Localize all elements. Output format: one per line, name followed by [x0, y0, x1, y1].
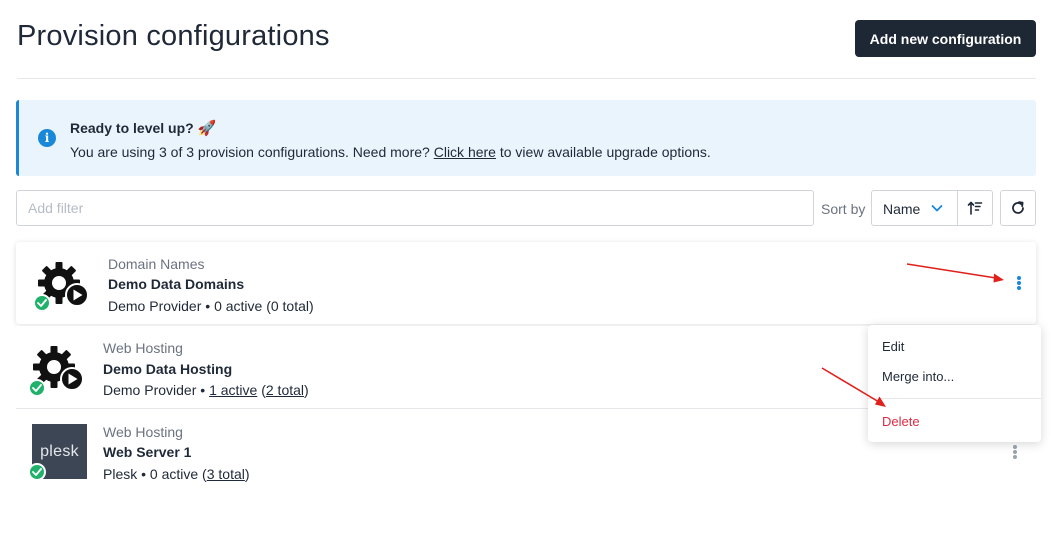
active-count: 0 active — [214, 298, 263, 314]
page-title: Provision configurations — [17, 20, 330, 52]
provider-name: Demo Provider — [103, 382, 197, 398]
row-actions-kebab-icon[interactable] — [1007, 442, 1023, 462]
row-context-menu: Edit Merge into... Delete — [868, 325, 1041, 442]
row-actions-kebab-icon[interactable] — [1011, 273, 1027, 293]
add-configuration-button[interactable]: Add new configuration — [855, 20, 1036, 57]
refresh-icon — [1012, 201, 1024, 214]
configuration-meta: Demo Provider • 0 active (0 total) — [108, 298, 314, 314]
upgrade-link[interactable]: Click here — [434, 144, 496, 160]
configuration-row[interactable]: Domain Names Demo Data Domains Demo Prov… — [16, 242, 1036, 324]
sort-select-value: Name — [883, 201, 921, 217]
sort-label: Sort by — [821, 201, 866, 217]
rocket-icon: 🚀 — [197, 120, 217, 137]
provider-name: Demo Provider — [108, 298, 202, 314]
total-count-link[interactable]: 3 total — [207, 466, 245, 482]
meta-separator: • — [196, 382, 210, 398]
configuration-category: Web Hosting — [103, 340, 183, 356]
meta-separator: • — [201, 298, 215, 314]
header-divider — [17, 78, 1036, 79]
alert-text-after: to view available upgrade options. — [495, 144, 711, 160]
meta-separator: • — [137, 466, 150, 482]
total-count-link[interactable]: 2 total — [266, 382, 304, 398]
filter-input[interactable] — [16, 190, 814, 226]
refresh-button[interactable] — [1000, 190, 1036, 226]
configuration-name[interactable]: Demo Data Hosting — [103, 361, 232, 377]
active-count-link[interactable]: 1 active — [209, 382, 257, 398]
sort-select[interactable]: Name — [871, 190, 958, 226]
menu-item-edit[interactable]: Edit — [882, 339, 904, 354]
alert-message: You are using 3 of 3 provision configura… — [70, 144, 711, 160]
configuration-meta: Plesk • 0 active (3 total) — [103, 466, 250, 482]
alert-title-text: Ready to level up? — [70, 120, 194, 136]
configuration-name[interactable]: Demo Data Domains — [108, 276, 244, 292]
total-count: (0 total) — [266, 298, 314, 314]
menu-item-delete[interactable]: Delete — [882, 414, 920, 429]
configuration-category: Domain Names — [108, 256, 205, 272]
sort-ascending-icon — [967, 201, 983, 215]
menu-item-merge-into[interactable]: Merge into... — [882, 369, 954, 384]
check-icon — [33, 294, 51, 312]
check-icon — [28, 463, 46, 481]
info-icon: i — [38, 129, 56, 147]
provider-name: Plesk — [103, 466, 138, 482]
configuration-name[interactable]: Web Server 1 — [103, 444, 191, 460]
upgrade-alert: i Ready to level up? 🚀 You are using 3 of… — [16, 100, 1036, 176]
alert-text-before: You are using 3 of 3 provision configura… — [70, 144, 434, 160]
active-count: 0 active — [149, 466, 199, 482]
menu-divider — [868, 398, 1041, 399]
configuration-meta: Demo Provider • 1 active (2 total) — [103, 382, 309, 398]
configuration-category: Web Hosting — [103, 424, 183, 440]
check-icon — [28, 379, 46, 397]
chevron-down-icon — [931, 205, 943, 212]
sort-direction-button[interactable] — [957, 190, 993, 226]
alert-title: Ready to level up? 🚀 — [70, 119, 216, 137]
